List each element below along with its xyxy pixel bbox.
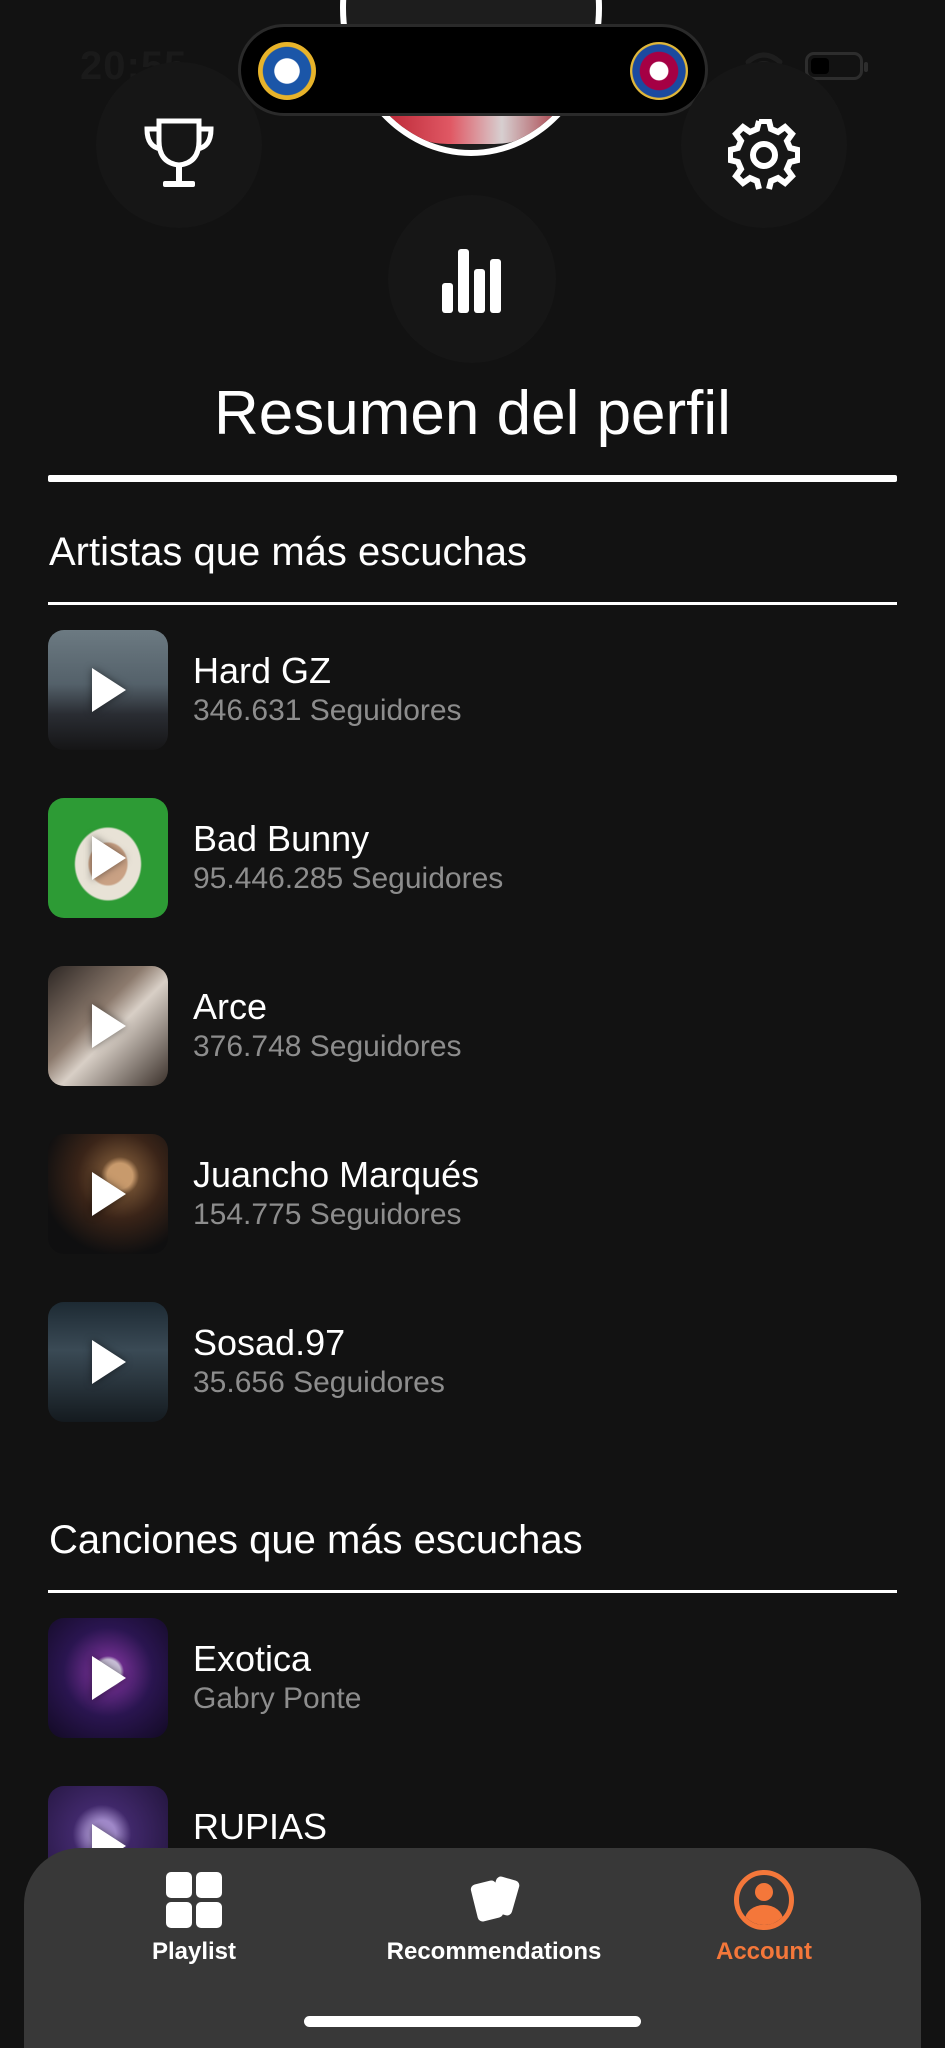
trophy-icon: [144, 118, 214, 187]
stats-button[interactable]: [388, 195, 556, 363]
artist-name: Sosad.97: [193, 1322, 346, 1363]
play-icon[interactable]: [92, 836, 126, 880]
artist-row[interactable]: Sosad.97 35.656 Seguidores: [48, 1302, 897, 1422]
tab-recommendations[interactable]: Recommendations: [344, 1848, 644, 1978]
artist-row[interactable]: Juancho Marqués 154.775 Seguidores: [48, 1134, 897, 1254]
song-thumbnail: [48, 1618, 168, 1738]
barcelona-badge-icon: [630, 42, 688, 100]
play-icon[interactable]: [92, 1340, 126, 1384]
artist-name: Bad Bunny: [193, 818, 370, 859]
song-name: RUPIAS: [193, 1806, 328, 1847]
artist-row[interactable]: Arce 376.748 Seguidores: [48, 966, 897, 1086]
artist-thumbnail: [48, 630, 168, 750]
home-indicator[interactable]: [304, 2016, 641, 2027]
tab-recommendations-label: Recommendations: [386, 1938, 602, 1965]
profile-summary-screen: 20:55 Resumen del perfil Artistas que má…: [0, 0, 945, 2048]
artist-thumbnail: [48, 966, 168, 1086]
artist-name: Arce: [193, 986, 268, 1027]
play-icon[interactable]: [92, 1656, 126, 1700]
settings-button[interactable]: [681, 62, 847, 228]
song-name: Exotica: [193, 1638, 312, 1679]
artist-thumbnail: [48, 1134, 168, 1254]
page-title: Resumen del perfil: [214, 379, 731, 448]
artist-followers: 376.748 Seguidores: [193, 1030, 462, 1063]
artist-followers: 95.446.285 Seguidores: [193, 862, 504, 895]
song-artist: Gabry Ponte: [193, 1682, 362, 1715]
play-icon[interactable]: [92, 1172, 126, 1216]
cards-icon: [470, 1876, 520, 1922]
artist-row[interactable]: Hard GZ 346.631 Seguidores: [48, 630, 897, 750]
artist-name: Juancho Marqués: [193, 1154, 480, 1195]
account-icon: [734, 1870, 794, 1930]
play-icon[interactable]: [92, 668, 126, 712]
espanyol-badge-icon: [258, 42, 316, 100]
tab-playlist-label: Playlist: [151, 1938, 237, 1965]
artist-row[interactable]: Bad Bunny 95.446.285 Seguidores: [48, 798, 897, 918]
songs-section-title: Canciones que más escuchas: [49, 1518, 583, 1562]
dynamic-island: [238, 24, 708, 116]
tab-account[interactable]: Account: [674, 1848, 854, 1978]
artists-section-divider: [48, 602, 897, 605]
song-row[interactable]: Exotica Gabry Ponte: [48, 1618, 897, 1738]
title-divider: [48, 475, 897, 482]
play-icon[interactable]: [92, 1004, 126, 1048]
grid-icon: [164, 1870, 224, 1930]
artist-followers: 35.656 Seguidores: [193, 1366, 445, 1399]
achievements-button[interactable]: [96, 62, 262, 228]
artist-thumbnail: [48, 798, 168, 918]
artist-followers: 154.775 Seguidores: [193, 1198, 462, 1231]
artist-followers: 346.631 Seguidores: [193, 694, 462, 727]
battery-icon: [805, 52, 868, 80]
artists-section-title: Artistas que más escuchas: [49, 530, 527, 574]
tab-account-label: Account: [716, 1938, 812, 1965]
tab-playlist[interactable]: Playlist: [104, 1848, 284, 1978]
stats-icon: [442, 249, 501, 313]
artist-thumbnail: [48, 1302, 168, 1422]
songs-section-divider: [48, 1590, 897, 1593]
artist-name: Hard GZ: [193, 650, 332, 691]
settings-icon: [728, 119, 800, 190]
